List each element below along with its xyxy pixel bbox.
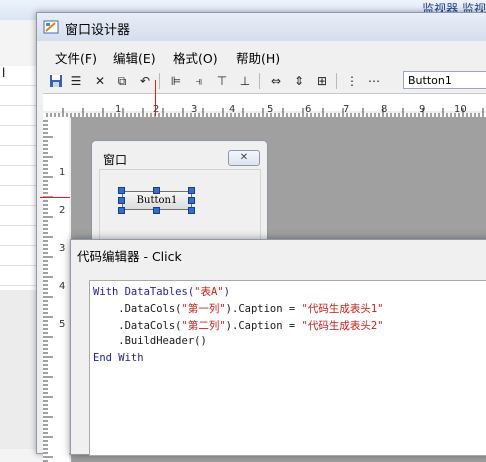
menu-file[interactable]: 文件(F) xyxy=(53,47,99,68)
ruler-number: 7 xyxy=(343,104,350,115)
ruler-number: 10 xyxy=(454,104,467,115)
menu-format[interactable]: 格式(O) xyxy=(171,47,220,68)
resize-handle[interactable] xyxy=(118,207,125,214)
code-line[interactable]: .DataCols("第二列").Caption = "代码生成表头2" xyxy=(93,318,384,333)
table-row xyxy=(0,166,40,186)
same-width-icon[interactable]: ⇔ xyxy=(267,72,285,90)
code-token: "代码生成表头1" xyxy=(301,303,384,315)
copy-icon[interactable]: ⧉ xyxy=(113,72,131,90)
table-row xyxy=(0,86,40,106)
table-row xyxy=(0,106,40,126)
menu-edit[interactable]: 编辑(E) xyxy=(111,47,158,68)
save-icon[interactable] xyxy=(47,72,65,90)
toolbar-separator xyxy=(159,73,160,89)
code-text-area[interactable]: With DataTables("表A") .DataCols("第一列").C… xyxy=(89,280,486,456)
table-row: l xyxy=(0,66,40,86)
code-line[interactable]: .BuildHeader() xyxy=(93,335,207,347)
code-token: .BuildHeader() xyxy=(93,335,207,347)
code-token: .DataCols( xyxy=(93,320,182,332)
table-row xyxy=(0,266,40,286)
position-guide xyxy=(155,80,156,116)
close-icon[interactable]: ✕ xyxy=(228,150,260,166)
table-row xyxy=(0,226,40,246)
ruler-number: 9 xyxy=(419,104,426,115)
ruler-number: 5 xyxy=(267,104,274,115)
undo-icon[interactable]: ↶ xyxy=(136,72,154,90)
toolbar-separator xyxy=(336,73,337,89)
menu-help[interactable]: 帮助(H) xyxy=(234,47,282,68)
code-token: End With xyxy=(93,352,144,364)
editor-title: 代码编辑器 - Click xyxy=(77,249,182,264)
ruler-number: 4 xyxy=(229,104,236,115)
same-size-icon[interactable]: ⊞ xyxy=(313,72,331,90)
ruler-number: 1 xyxy=(59,167,66,178)
background-panel xyxy=(0,290,40,449)
control-selector-dropdown[interactable]: Button1 xyxy=(403,71,486,89)
ruler-number: 2 xyxy=(59,205,66,216)
menu-bar: 文件(F) 编辑(E) 格式(O) 帮助(H) xyxy=(37,47,486,67)
position-guide xyxy=(40,197,70,198)
designer-app-icon xyxy=(43,20,59,34)
form-title: 窗口 xyxy=(103,153,128,167)
code-line[interactable]: End With xyxy=(93,352,144,364)
code-token: With DataTables( xyxy=(93,286,195,298)
table-row xyxy=(0,146,40,166)
align-left-icon[interactable]: ⊫ xyxy=(167,72,185,90)
vertical-ruler: 1 2 3 4 5 xyxy=(43,117,69,462)
resize-handle[interactable] xyxy=(153,207,160,214)
background-table: l xyxy=(0,66,41,290)
background-label: l xyxy=(2,66,6,80)
table-row xyxy=(0,126,40,146)
code-token: .DataCols( xyxy=(93,303,182,315)
ruler-number: 1 xyxy=(115,104,122,115)
space-horizontal-icon[interactable]: ⋯ xyxy=(365,72,383,90)
toolbar-separator xyxy=(259,73,260,89)
horizontal-ruler: 1 2 3 4 5 6 7 8 9 10 xyxy=(43,93,486,118)
table-row xyxy=(0,206,40,226)
designer-title: 窗口设计器 xyxy=(65,23,131,38)
ruler-number: 4 xyxy=(59,281,66,292)
align-top-icon[interactable]: ⊤ xyxy=(213,72,231,90)
code-token: "第二列" xyxy=(181,320,226,332)
align-icon[interactable]: ☰ xyxy=(67,72,85,90)
ruler-number: 3 xyxy=(59,243,66,254)
ruler-number: 6 xyxy=(305,104,312,115)
code-line[interactable]: .DataCols("第一列").Caption = "代码生成表头1" xyxy=(93,301,384,316)
ruler-number: 3 xyxy=(191,104,198,115)
resize-handle[interactable] xyxy=(118,187,125,194)
resize-handle[interactable] xyxy=(188,187,195,194)
code-token: "表A" xyxy=(194,286,224,298)
code-token: ).Caption = xyxy=(225,303,302,315)
ruler-number: 5 xyxy=(59,319,66,330)
ruler-number: 2 xyxy=(153,104,160,115)
resize-handle[interactable] xyxy=(118,197,125,204)
space-vertical-icon[interactable]: ⋮ xyxy=(343,72,361,90)
delete-icon[interactable]: ✕ xyxy=(91,72,109,90)
code-token: "代码生成表头2" xyxy=(301,320,384,332)
table-row xyxy=(0,246,40,266)
ruler-number: 8 xyxy=(381,104,388,115)
resize-handle[interactable] xyxy=(153,187,160,194)
code-token: "第一列" xyxy=(181,303,226,315)
resize-handle[interactable] xyxy=(188,207,195,214)
align-right-icon[interactable]: ⫣ xyxy=(190,72,208,90)
code-editor-window: 代码编辑器 - Click With DataTables("表A") .Dat… xyxy=(70,239,486,456)
code-line[interactable]: With DataTables("表A") xyxy=(93,284,230,299)
code-token: ) xyxy=(223,286,230,298)
resize-handle[interactable] xyxy=(188,197,195,204)
table-row xyxy=(0,186,40,206)
code-token: ).Caption = xyxy=(225,320,302,332)
align-bottom-icon[interactable]: ⊥ xyxy=(236,72,254,90)
designer-title-bar[interactable]: 窗口设计器 xyxy=(37,13,486,41)
same-height-icon[interactable]: ⇕ xyxy=(290,72,308,90)
